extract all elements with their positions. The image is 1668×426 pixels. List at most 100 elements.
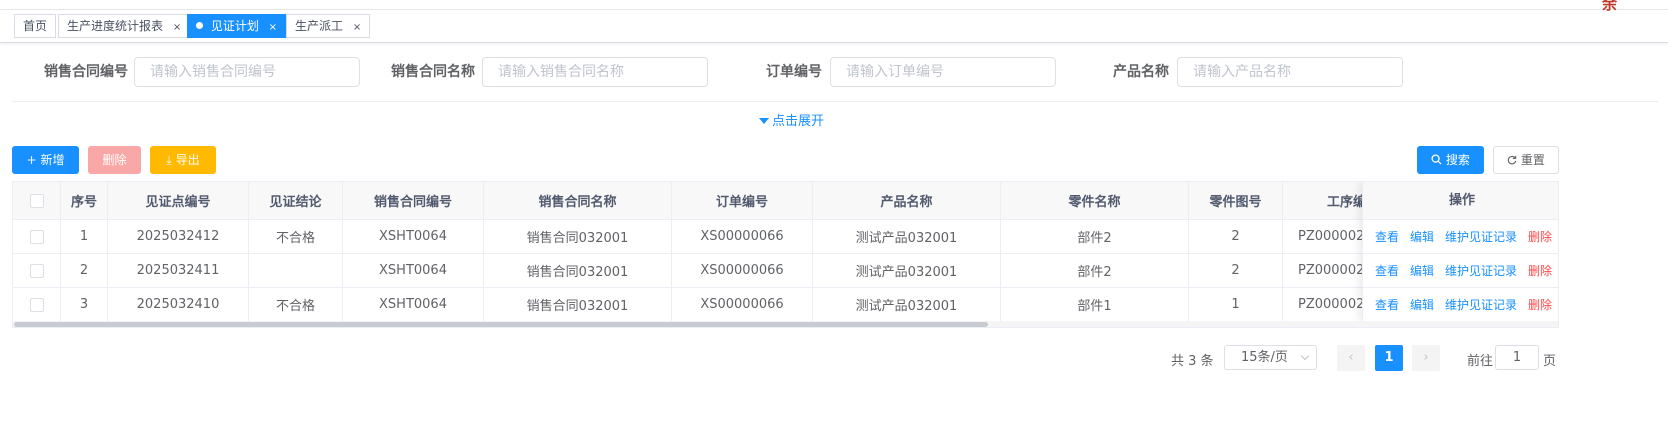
order-no-input[interactable]: 请输入订单编号: [830, 57, 1056, 87]
delete-button[interactable]: 删除: [88, 146, 141, 174]
witness-no-cell: 2025032411: [108, 254, 249, 287]
total-count: 共 3 条: [1171, 354, 1214, 369]
edit-link[interactable]: 编辑: [1410, 296, 1434, 313]
export-button-label: 导出: [175, 153, 200, 167]
maintain-record-link[interactable]: 维护见证记录: [1445, 262, 1517, 279]
product-name-input[interactable]: 请输入产品名称: [1177, 57, 1403, 87]
row-checkbox[interactable]: [29, 263, 44, 278]
goto-page-input[interactable]: 1: [1495, 345, 1539, 370]
row-select-cell: [13, 288, 61, 321]
edit-link[interactable]: 编辑: [1410, 228, 1434, 245]
tab-home[interactable]: 首页: [14, 14, 57, 38]
table-row[interactable]: 3 2025032410 不合格 XSHT0064 销售合同032001 XS0…: [13, 288, 1558, 322]
column-header: 见证点编号: [108, 182, 249, 219]
top-strip: [0, 0, 1668, 10]
page-number-current[interactable]: 1: [1375, 345, 1403, 371]
next-page-button[interactable]: ›: [1412, 345, 1440, 371]
contract-name-cell: 销售合同032001: [484, 220, 672, 253]
part-name-cell: 部件2: [1001, 220, 1189, 253]
order-no-cell: XS00000066: [672, 220, 813, 253]
view-link[interactable]: 查看: [1375, 296, 1399, 313]
part-name-cell: 部件2: [1001, 254, 1189, 287]
chevron-right-icon: ›: [1423, 350, 1429, 365]
column-header: 序号: [61, 182, 108, 219]
order-no-cell: XS00000066: [672, 254, 813, 287]
form-divider: [12, 101, 1658, 102]
close-icon[interactable]: ×: [353, 22, 361, 33]
select-all-checkbox[interactable]: [29, 193, 44, 208]
close-icon[interactable]: ×: [173, 22, 181, 33]
contract-name-cell: 销售合同032001: [484, 288, 672, 321]
page-size-value: 15条/页: [1241, 350, 1288, 365]
contract-no-cell: XSHT0064: [343, 220, 484, 253]
page-size-select[interactable]: 15条/页: [1224, 345, 1317, 370]
delete-link[interactable]: 删除: [1528, 296, 1552, 313]
reset-button[interactable]: 重置: [1493, 146, 1559, 174]
chevron-left-icon: ‹: [1348, 350, 1354, 365]
prev-page-button[interactable]: ‹: [1337, 345, 1365, 371]
active-dot-icon: [196, 22, 203, 29]
goto-prefix: 前往: [1467, 354, 1494, 369]
tab-label: 生产进度统计报表: [67, 19, 164, 33]
product-name-label: 产品名称: [1113, 64, 1169, 80]
conclusion-cell: [249, 254, 343, 287]
row-checkbox[interactable]: [29, 229, 44, 244]
search-button-label: 搜索: [1445, 153, 1470, 167]
search-button[interactable]: 搜索: [1417, 146, 1484, 174]
action-column: 操作 查看 编辑 维护见证记录 删除 查看 编辑 维护见证记录 删除 查看 编辑…: [1362, 182, 1558, 322]
contract-name-input[interactable]: 请输入销售合同名称: [482, 57, 708, 87]
add-button-label: 新增: [40, 153, 65, 167]
tab-production-progress-report[interactable]: 生产进度统计报表 ×: [58, 14, 191, 38]
drawing-no-cell: 1: [1189, 288, 1283, 321]
contract-name-cell: 销售合同032001: [484, 254, 672, 287]
edit-link[interactable]: 编辑: [1410, 262, 1434, 279]
drawing-no-cell: 2: [1189, 254, 1283, 287]
column-header: 见证结论: [249, 182, 343, 219]
table-header-row: 序号 见证点编号 见证结论 销售合同编号 销售合同名称 订单编号 产品名称 零件…: [13, 182, 1558, 220]
index-cell: 2: [61, 254, 108, 287]
contract-no-cell: XSHT0064: [343, 288, 484, 321]
expand-toggle[interactable]: 点击展开: [759, 115, 824, 129]
contract-no-input[interactable]: 请输入销售合同编号: [134, 57, 360, 87]
column-header: 零件图号: [1189, 182, 1283, 219]
tab-label: 生产派工: [295, 19, 344, 33]
contract-name-label: 销售合同名称: [391, 64, 475, 80]
order-no-label: 订单编号: [766, 64, 822, 80]
column-header: 订单编号: [672, 182, 813, 219]
download-icon: ⤓: [166, 153, 172, 167]
conclusion-cell: 不合格: [249, 220, 343, 253]
view-link[interactable]: 查看: [1375, 262, 1399, 279]
table-row[interactable]: 1 2025032412 不合格 XSHT0064 销售合同032001 XS0…: [13, 220, 1558, 254]
row-actions: 查看 编辑 维护见证记录 删除: [1363, 220, 1558, 254]
tab-witness-plan[interactable]: 见证计划 ×: [187, 14, 287, 38]
tab-production-dispatch[interactable]: 生产派工 ×: [286, 14, 371, 38]
delete-link[interactable]: 删除: [1528, 228, 1552, 245]
maintain-record-link[interactable]: 维护见证记录: [1445, 296, 1517, 313]
reset-button-label: 重置: [1520, 153, 1545, 167]
add-button[interactable]: + 新增: [12, 146, 79, 174]
scrollbar-thumb[interactable]: [14, 322, 988, 327]
delete-link[interactable]: 删除: [1528, 262, 1552, 279]
witness-plan-table: 序号 见证点编号 见证结论 销售合同编号 销售合同名称 订单编号 产品名称 零件…: [12, 181, 1559, 328]
column-header: 销售合同名称: [484, 182, 672, 219]
horizontal-scrollbar[interactable]: [13, 321, 1558, 327]
row-actions: 查看 编辑 维护见证记录 删除: [1363, 288, 1558, 322]
close-icon[interactable]: ×: [269, 22, 277, 33]
row-actions: 查看 编辑 维护见证记录 删除: [1363, 254, 1558, 288]
contract-no-cell: XSHT0064: [343, 254, 484, 287]
product-cell: 测试产品032001: [813, 254, 1001, 287]
view-link[interactable]: 查看: [1375, 228, 1399, 245]
conclusion-cell: 不合格: [249, 288, 343, 321]
row-select-cell: [13, 254, 61, 287]
column-header: 销售合同编号: [343, 182, 484, 219]
export-button[interactable]: ⤓ 导出: [150, 146, 216, 174]
part-name-cell: 部件1: [1001, 288, 1189, 321]
product-cell: 测试产品032001: [813, 288, 1001, 321]
row-checkbox[interactable]: [29, 297, 44, 312]
maintain-record-link[interactable]: 维护见证记录: [1445, 228, 1517, 245]
delete-button-label: 删除: [102, 153, 127, 167]
column-header: 零件名称: [1001, 182, 1189, 219]
row-select-cell: [13, 220, 61, 253]
order-no-cell: XS00000066: [672, 288, 813, 321]
table-row[interactable]: 2 2025032411 XSHT0064 销售合同032001 XS00000…: [13, 254, 1558, 288]
